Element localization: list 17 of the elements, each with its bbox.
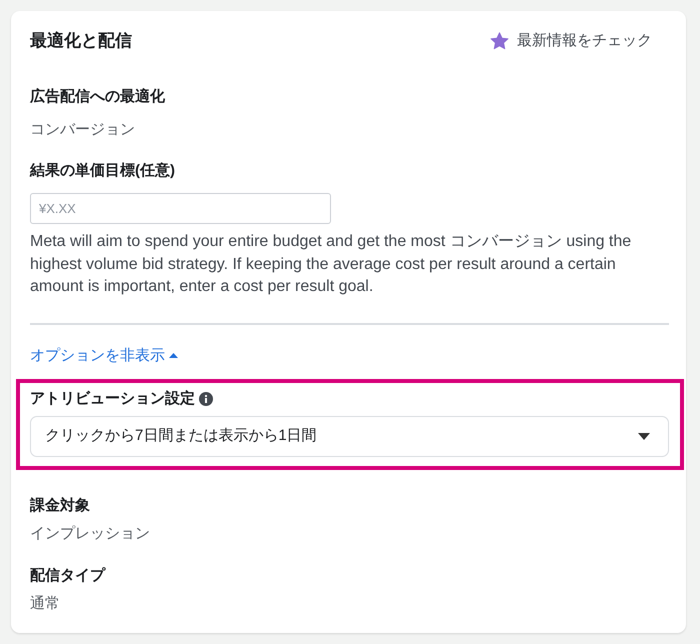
caret-down-icon (638, 432, 650, 440)
field-label: 結果の単価目標(任意) (30, 161, 176, 181)
attribution-dropdown[interactable]: クリックから7日間または表示から1日間 (30, 416, 669, 456)
field-label: アトリビューション設定 (30, 388, 195, 408)
field-value: インプレッション (30, 524, 151, 544)
star-icon (490, 32, 509, 50)
info-icon (199, 392, 213, 406)
field-value: コンバージョン (30, 120, 136, 140)
field-label: 配信タイプ (30, 566, 107, 586)
field-label: 広告配信への最適化 (30, 87, 166, 107)
panel-title: 最適化と配信 (30, 30, 132, 52)
field-label: 課金対象 (30, 496, 91, 516)
field-value: 通常 (30, 594, 61, 614)
whats-new-link[interactable]: 最新情報をチェック (490, 29, 652, 53)
help-paragraph: Meta will aim to spend your entire budget and get the most コンバージョン using the highest volume bid strategy. If keeping the average cost per result around a certain amount is important, enter a cost per result goal. (30, 232, 632, 297)
cost-input-field[interactable]: ¥X.XX (30, 193, 331, 224)
hide-options-link[interactable]: オプションを非表示 (30, 344, 178, 366)
